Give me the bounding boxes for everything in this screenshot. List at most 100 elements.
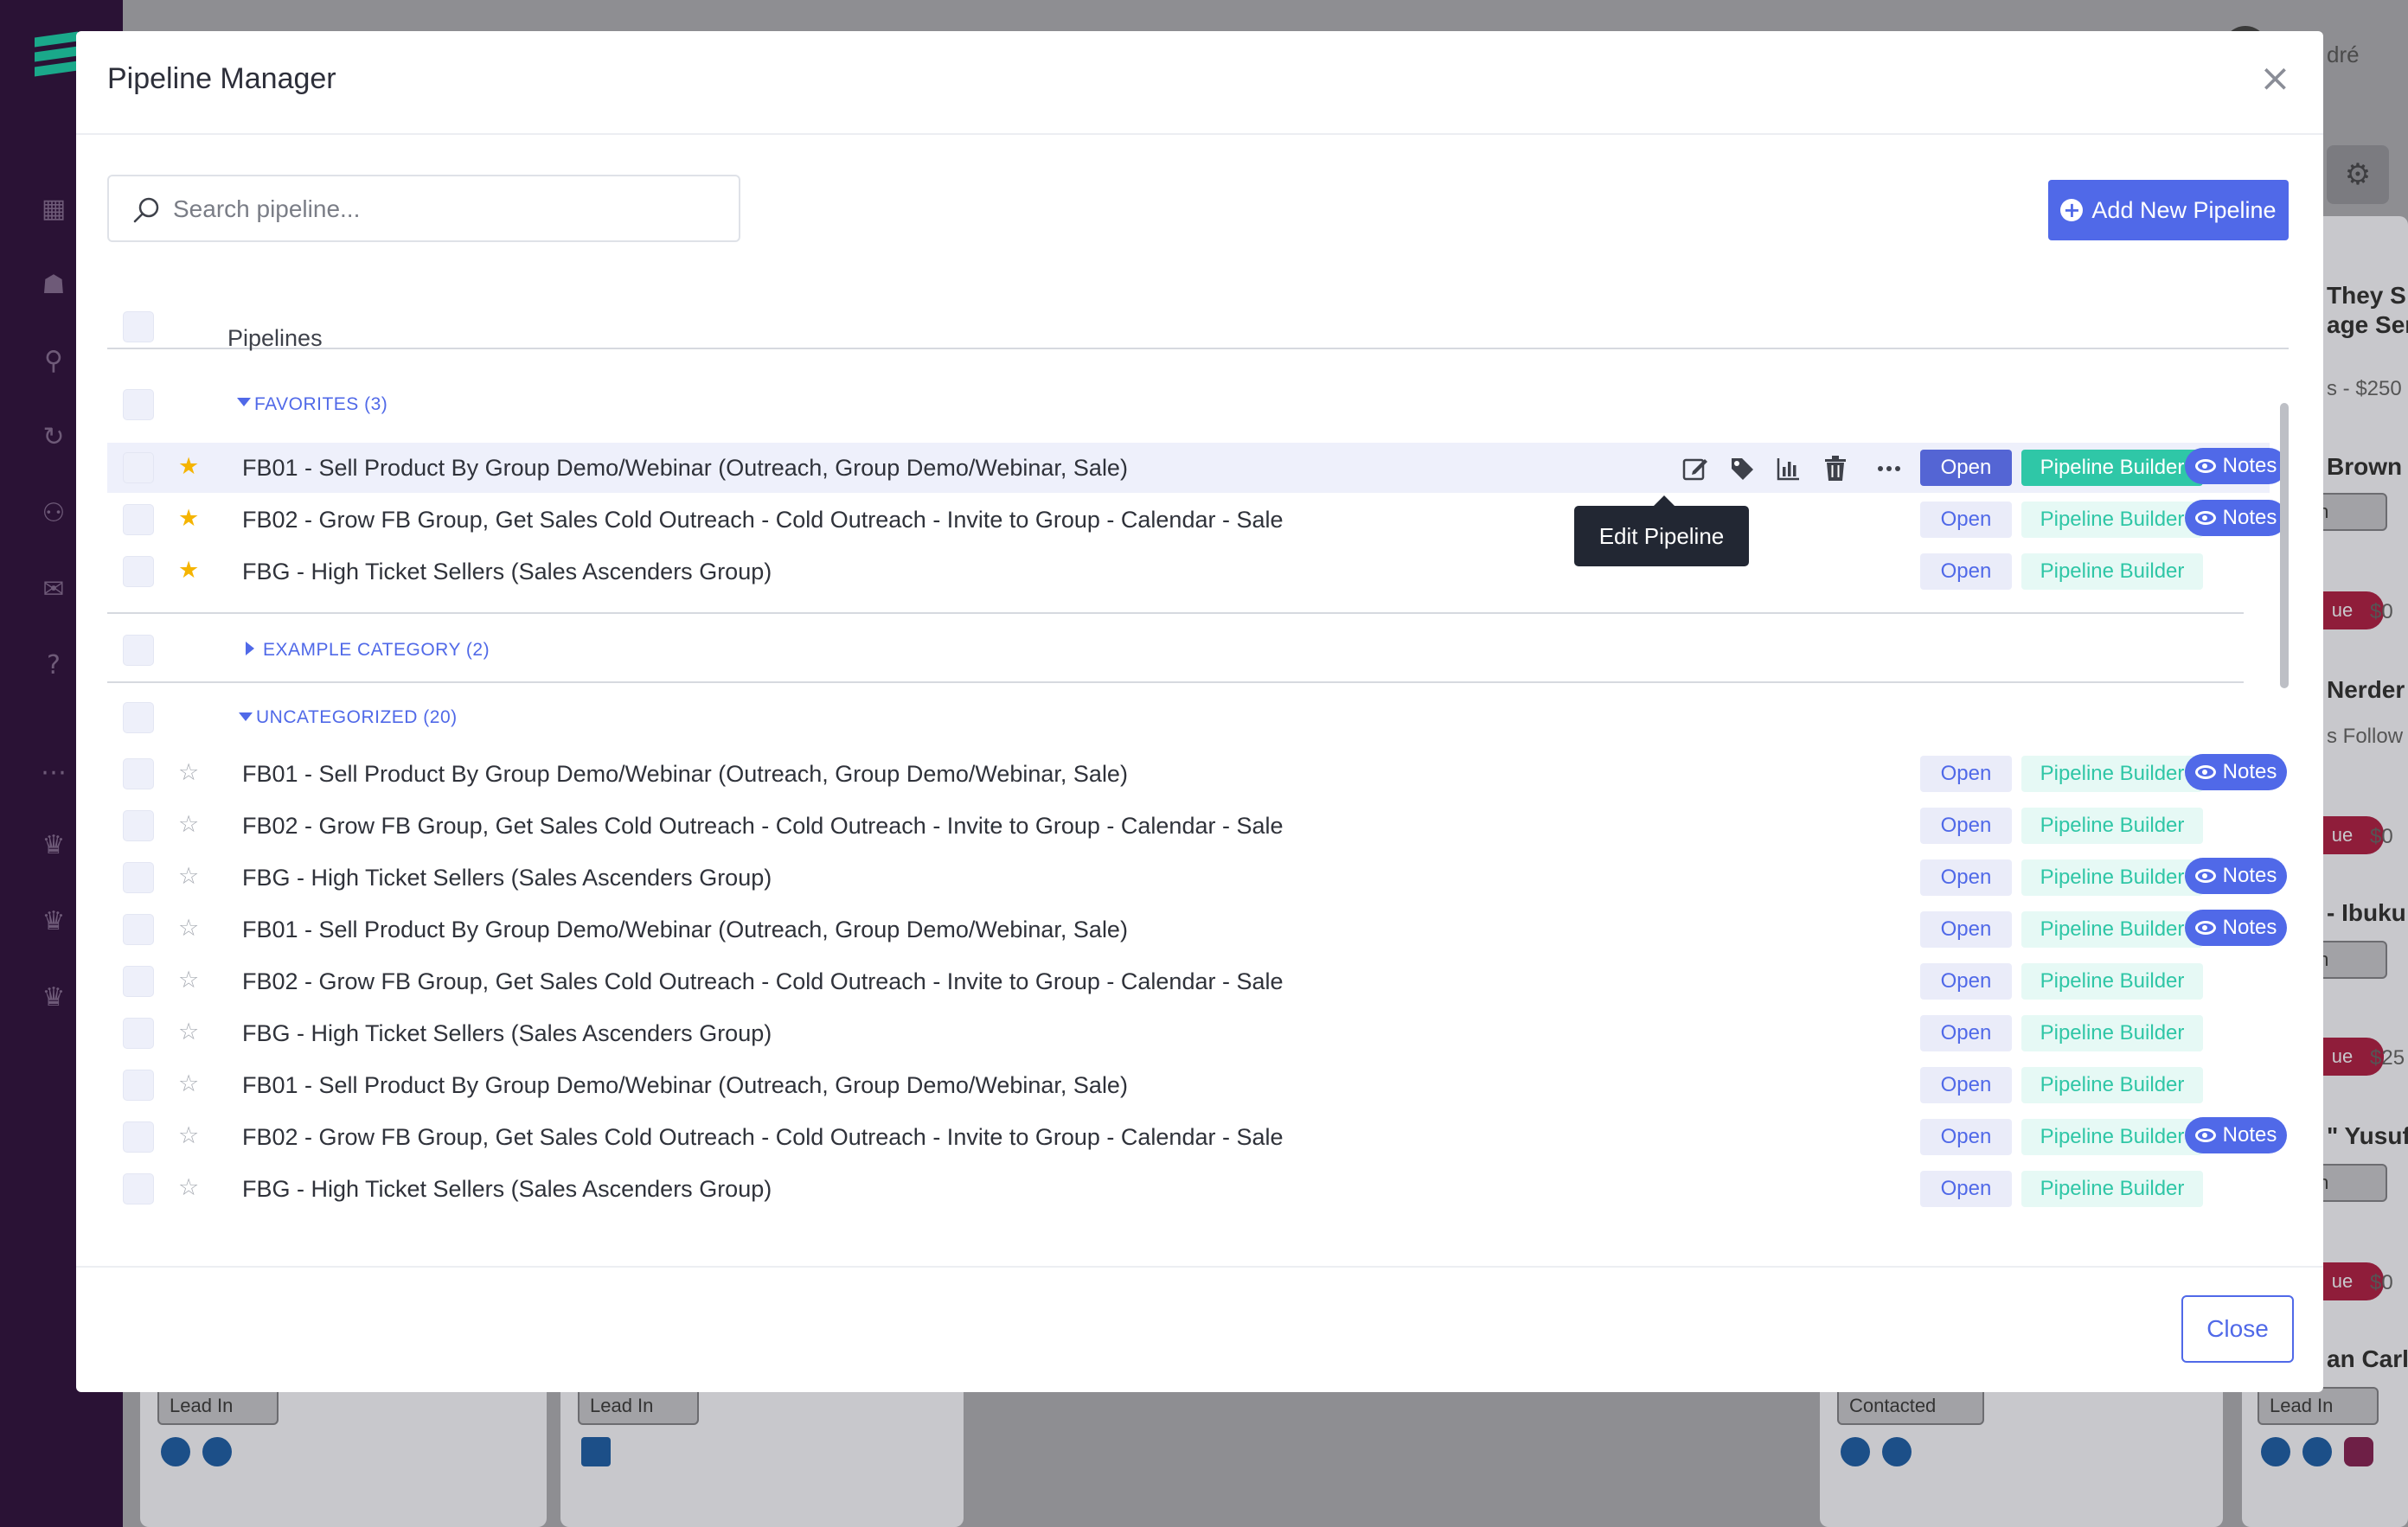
pipeline-builder-button[interactable]: Pipeline Builder	[2021, 1015, 2203, 1051]
star-outline-icon[interactable]: ☆	[178, 915, 199, 942]
messenger-icon[interactable]	[1882, 1437, 1912, 1466]
open-button[interactable]: Open	[1920, 1067, 2012, 1103]
open-button[interactable]: Open	[1920, 553, 2012, 590]
pipeline-row[interactable]: ★ FB01 - Sell Product By Group Demo/Webin…	[107, 443, 2287, 493]
more-icon[interactable]: ⋯	[38, 757, 69, 789]
pipeline-builder-button[interactable]: Pipeline Builder	[2021, 963, 2203, 1000]
pipeline-builder-button[interactable]: Pipeline Builder	[2021, 756, 2203, 792]
stage-select[interactable]: Lead In	[157, 1387, 279, 1425]
pipeline-title[interactable]: FB01 - Sell Product By Group Demo/Webina…	[242, 455, 1128, 482]
pipeline-builder-button[interactable]: Pipeline Builder	[2021, 450, 2203, 486]
row-checkbox[interactable]	[123, 452, 154, 483]
stage-select[interactable]: Contacted	[1837, 1387, 1984, 1425]
trash-icon[interactable]	[1820, 453, 1851, 484]
pipeline-row[interactable]: ☆ FB01 - Sell Product By Group Demo/Webin…	[107, 904, 2287, 955]
open-button[interactable]: Open	[1920, 911, 2012, 948]
sync-icon[interactable]: ↻	[38, 422, 69, 453]
star-outline-icon[interactable]: ☆	[178, 863, 199, 891]
open-button[interactable]: Open	[1920, 963, 2012, 1000]
trophy-icon[interactable]: ♛	[38, 830, 69, 861]
pipeline-row[interactable]: ☆ FBG - High Ticket Sellers (Sales Ascend…	[107, 1008, 2270, 1058]
messenger-icon[interactable]	[2302, 1437, 2332, 1466]
row-checkbox[interactable]	[123, 1173, 154, 1204]
pipeline-builder-button[interactable]: Pipeline Builder	[2021, 808, 2203, 844]
open-button[interactable]: Open	[1920, 1015, 2012, 1051]
search-input[interactable]	[173, 188, 727, 230]
tag-icon[interactable]	[1726, 453, 1758, 484]
star-filled-icon[interactable]: ★	[178, 505, 199, 533]
open-button[interactable]: Open	[1920, 502, 2012, 538]
search-nav-icon[interactable]: ⚲	[38, 346, 69, 377]
pipeline-title[interactable]: FB01 - Sell Product By Group Demo/Webina…	[242, 917, 1128, 943]
bar-chart-icon[interactable]	[1773, 453, 1804, 484]
scrollbar[interactable]	[2280, 403, 2289, 688]
pipeline-builder-button[interactable]: Pipeline Builder	[2021, 1119, 2203, 1155]
linkedin-icon[interactable]	[581, 1437, 611, 1466]
select-all-checkbox[interactable]	[123, 311, 154, 342]
pipeline-title[interactable]: FBG - High Ticket Sellers (Sales Ascende…	[242, 865, 772, 891]
gear-icon[interactable]: ⚙	[2327, 145, 2389, 204]
row-checkbox[interactable]	[123, 862, 154, 893]
facebook-icon[interactable]	[2261, 1437, 2290, 1466]
star-outline-icon[interactable]: ☆	[178, 1122, 199, 1150]
trophy-icon[interactable]: ♛	[38, 906, 69, 937]
pipeline-row[interactable]: ☆ FB02 - Grow FB Group, Get Sales Cold Ou…	[107, 801, 2270, 851]
help-icon[interactable]: ?	[38, 650, 69, 681]
trophy-icon[interactable]: ♛	[38, 982, 69, 1013]
open-button[interactable]: Open	[1920, 450, 2012, 486]
stage-select[interactable]: Lead In	[2258, 1387, 2379, 1425]
add-new-pipeline-button[interactable]: + Add New Pipeline	[2048, 180, 2289, 240]
pipeline-title[interactable]: FB02 - Grow FB Group, Get Sales Cold Out…	[242, 813, 1284, 840]
category-checkbox[interactable]	[123, 635, 154, 666]
pipeline-builder-button[interactable]: Pipeline Builder	[2021, 553, 2203, 590]
star-outline-icon[interactable]: ☆	[178, 1019, 199, 1046]
more-options-icon[interactable]	[1873, 453, 1905, 484]
star-outline-icon[interactable]: ☆	[178, 967, 199, 994]
pipeline-title[interactable]: FB01 - Sell Product By Group Demo/Webina…	[242, 761, 1128, 788]
pipeline-builder-button[interactable]: Pipeline Builder	[2021, 911, 2203, 948]
open-button[interactable]: Open	[1920, 1119, 2012, 1155]
pipeline-builder-button[interactable]: Pipeline Builder	[2021, 1171, 2203, 1207]
notes-button[interactable]: Notes	[2185, 910, 2287, 946]
open-button[interactable]: Open	[1920, 808, 2012, 844]
open-button[interactable]: Open	[1920, 756, 2012, 792]
open-button[interactable]: Open	[1920, 1171, 2012, 1207]
stage-select[interactable]: Lead In	[578, 1387, 699, 1425]
pipeline-title[interactable]: FB02 - Grow FB Group, Get Sales Cold Out…	[242, 1124, 1284, 1151]
row-checkbox[interactable]	[123, 810, 154, 841]
pipeline-builder-button[interactable]: Pipeline Builder	[2021, 502, 2203, 538]
close-button[interactable]: Close	[2181, 1295, 2294, 1363]
pipeline-title[interactable]: FB02 - Grow FB Group, Get Sales Cold Out…	[242, 507, 1284, 533]
notes-button[interactable]: Notes	[2185, 1117, 2287, 1153]
pipeline-row[interactable]: ☆ FB02 - Grow FB Group, Get Sales Cold Ou…	[107, 1112, 2287, 1162]
notes-button[interactable]: Notes	[2185, 500, 2287, 536]
edit-icon[interactable]	[1680, 453, 1711, 484]
notes-button[interactable]: Notes	[2185, 754, 2287, 790]
star-filled-icon[interactable]: ★	[178, 557, 199, 585]
instagram-icon[interactable]	[2344, 1437, 2373, 1466]
row-checkbox[interactable]	[123, 556, 154, 587]
pipeline-row[interactable]: ☆ FB01 - Sell Product By Group Demo/Webin…	[107, 749, 2287, 799]
star-outline-icon[interactable]: ☆	[178, 1070, 199, 1098]
row-checkbox[interactable]	[123, 1018, 154, 1049]
row-checkbox[interactable]	[123, 504, 154, 535]
close-icon[interactable]: ×	[2259, 60, 2291, 98]
search-field[interactable]	[107, 175, 740, 242]
notes-button[interactable]: Notes	[2185, 448, 2287, 484]
pipeline-title[interactable]: FBG - High Ticket Sellers (Sales Ascende…	[242, 559, 772, 585]
facebook-icon[interactable]	[161, 1437, 190, 1466]
pipeline-row[interactable]: ☆ FB01 - Sell Product By Group Demo/Webin…	[107, 1060, 2270, 1110]
pipeline-row[interactable]: ★ FB02 - Grow FB Group, Get Sales Cold Ou…	[107, 495, 2287, 545]
open-button[interactable]: Open	[1920, 859, 2012, 896]
row-checkbox[interactable]	[123, 966, 154, 997]
notes-button[interactable]: Notes	[2185, 858, 2287, 894]
pipeline-builder-button[interactable]: Pipeline Builder	[2021, 1067, 2203, 1103]
pipeline-row[interactable]: ☆ FBG - High Ticket Sellers (Sales Ascend…	[107, 1164, 2270, 1214]
star-outline-icon[interactable]: ☆	[178, 811, 199, 839]
facebook-icon[interactable]	[1841, 1437, 1870, 1466]
pipeline-row[interactable]: ☆ FB02 - Grow FB Group, Get Sales Cold Ou…	[107, 956, 2270, 1006]
category-checkbox[interactable]	[123, 702, 154, 733]
star-filled-icon[interactable]: ★	[178, 453, 199, 481]
pipeline-title[interactable]: FBG - High Ticket Sellers (Sales Ascende…	[242, 1176, 772, 1203]
pipeline-row[interactable]: ★ FBG - High Ticket Sellers (Sales Ascend…	[107, 546, 2270, 597]
